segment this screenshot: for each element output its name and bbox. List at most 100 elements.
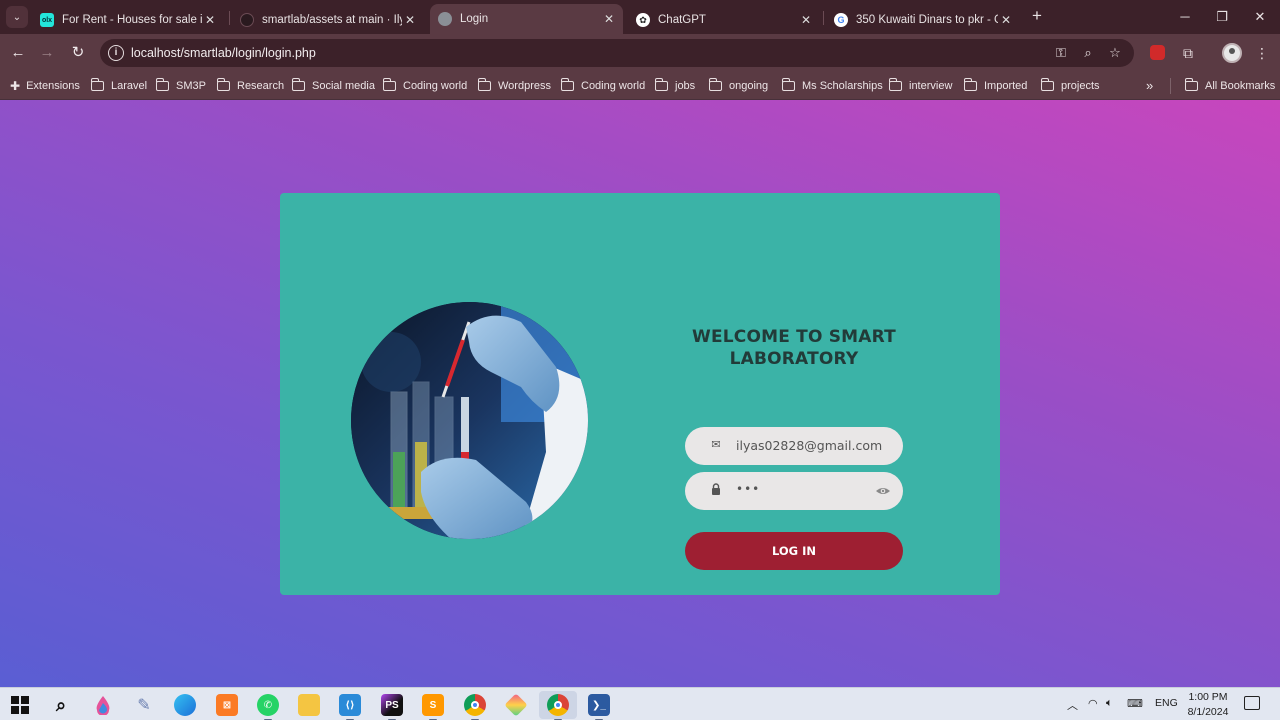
folder-icon: [382, 78, 396, 91]
tray-keyboard[interactable]: ⌨: [1127, 697, 1143, 710]
more-bookmarks-button[interactable]: »: [1146, 78, 1153, 93]
windows-start-button[interactable]: [9, 694, 31, 716]
login-button[interactable]: LOG IN: [685, 532, 903, 570]
bookmark-folder[interactable]: Ms Scholarships: [781, 78, 883, 94]
bookmark-folder[interactable]: Laravel: [90, 78, 148, 94]
tray-language[interactable]: ENG: [1155, 697, 1178, 709]
reload-button[interactable]: ↻: [68, 43, 88, 63]
bookmark-label: Research: [237, 80, 285, 92]
bookmark-label: projects: [1061, 80, 1100, 92]
password-field[interactable]: •••: [685, 472, 903, 510]
close-icon[interactable]: ✕: [998, 13, 1014, 27]
bookmark-folder[interactable]: projects: [1040, 78, 1100, 94]
folder-icon: [708, 78, 722, 91]
taskbar-app-vscode[interactable]: ⟨⟩: [339, 694, 361, 720]
extension-icon[interactable]: [1150, 45, 1165, 60]
bookmark-label: Coding world: [403, 80, 468, 92]
url-text[interactable]: localhost/smartlab/login/login.php: [131, 46, 316, 60]
bookmark-folder[interactable]: Coding world: [382, 78, 468, 94]
profile-avatar[interactable]: [1222, 43, 1242, 63]
bookmark-folder[interactable]: Social media: [291, 78, 375, 94]
bookmark-folder[interactable]: SM3P: [155, 78, 206, 94]
tab-olx[interactable]: olx For Rent - Houses for sale in Un ✕: [32, 6, 224, 34]
tab-google[interactable]: G 350 Kuwaiti Dinars to pkr - Goo ✕: [826, 6, 1020, 34]
bookmark-label: Laravel: [111, 80, 148, 92]
folder-icon: [90, 78, 104, 91]
bookmark-label: Coding world: [581, 80, 646, 92]
close-icon[interactable]: ✕: [798, 13, 814, 27]
kebab-menu-icon[interactable]: ⋮: [1252, 43, 1272, 63]
taskbar-app-powershell[interactable]: ❯_: [588, 694, 610, 720]
bookmark-folder[interactable]: Wordpress: [477, 78, 551, 94]
close-icon[interactable]: ✕: [402, 13, 418, 27]
envelope-icon: ✉: [711, 439, 721, 451]
tray-overflow-button[interactable]: ︿: [1067, 697, 1078, 713]
powershell-icon: ❯_: [592, 699, 606, 711]
tab-strip: ⌄ olx For Rent - Houses for sale in Un ✕…: [0, 0, 1280, 34]
notification-icon[interactable]: [1244, 696, 1260, 710]
windows-taskbar: ⌕ ✎ ⊠ ✆ ⟨⟩ PS S ❯_ ︿ ◠ 🔈︎ ⌨ ENG 1:00 PM …: [0, 687, 1280, 720]
search-button[interactable]: ⌕: [50, 694, 72, 716]
folder-icon: [781, 78, 795, 91]
password-value[interactable]: •••: [736, 482, 760, 496]
star-icon[interactable]: ☆: [1106, 44, 1124, 62]
taskbar-app-paint-drop[interactable]: [92, 694, 114, 716]
welcome-title: WELCOME TO SMART LABORATORY: [692, 327, 896, 369]
taskbar-app-phpstorm[interactable]: PS: [381, 694, 403, 720]
taskbar-app-chrome[interactable]: [464, 694, 486, 720]
tab-divider: [823, 11, 824, 25]
minimize-button[interactable]: ─: [1176, 8, 1194, 26]
color-drop-icon: [96, 696, 110, 715]
bookmark-label: ongoing: [729, 80, 769, 92]
github-favicon-icon: [240, 13, 254, 27]
forward-button[interactable]: →: [37, 43, 57, 63]
lock-icon: [709, 483, 723, 497]
tab-login[interactable]: Login ✕: [430, 4, 623, 34]
taskbar-app-sublime-text[interactable]: S: [422, 694, 444, 720]
clock-date[interactable]: 8/1/2024: [1184, 706, 1232, 718]
close-window-button[interactable]: ✕: [1251, 8, 1269, 26]
tab-chatgpt[interactable]: ✿ ChatGPT ✕: [628, 6, 820, 34]
email-value[interactable]: ilyas02828@gmail.com: [736, 438, 882, 453]
back-button[interactable]: ←: [8, 43, 28, 63]
taskbar-app-git-tool[interactable]: [504, 693, 528, 717]
bookmark-folder[interactable]: jobs: [654, 78, 695, 94]
bookmark-folder[interactable]: Research: [216, 78, 285, 94]
taskbar-app-xampp[interactable]: ⊠: [216, 694, 238, 716]
taskbar-app-edge[interactable]: [174, 694, 196, 716]
key-icon[interactable]: ⚿: [1052, 44, 1070, 62]
taskbar-app-file-explorer[interactable]: [298, 694, 320, 716]
bookmark-folder[interactable]: interview: [888, 78, 952, 94]
bookmark-folder[interactable]: ongoing: [708, 78, 769, 94]
bookmark-label: Social media: [312, 80, 375, 92]
maximize-button[interactable]: ❐: [1213, 8, 1231, 26]
eye-icon[interactable]: [875, 483, 891, 499]
laboratory-illustration: [351, 302, 588, 539]
taskbar-app-chrome-profile[interactable]: [547, 694, 569, 720]
zoom-icon[interactable]: ⌕: [1079, 44, 1097, 62]
email-field[interactable]: ✉ ilyas02828@gmail.com: [685, 427, 903, 465]
bookmark-folder[interactable]: Coding world: [560, 78, 646, 94]
browser-toolbar: ← → ↻ i localhost/smartlab/login/login.p…: [0, 34, 1280, 72]
new-tab-button[interactable]: +: [1028, 7, 1046, 25]
bookmark-folder[interactable]: Imported: [963, 78, 1027, 94]
taskbar-app-paint-brush[interactable]: ✎: [133, 694, 155, 716]
taskbar-app-whatsapp[interactable]: ✆: [257, 694, 279, 720]
all-bookmarks-button[interactable]: All Bookmarks: [1184, 78, 1275, 94]
google-favicon-icon: G: [834, 13, 848, 27]
bookmark-extensions[interactable]: ✚ Extensions: [10, 78, 80, 94]
close-icon[interactable]: ✕: [202, 13, 218, 27]
chrome-icon: [554, 701, 562, 709]
close-icon[interactable]: ✕: [601, 12, 617, 26]
tab-search-button[interactable]: ⌄: [6, 6, 28, 28]
tray-network[interactable]: ◠: [1088, 697, 1098, 710]
address-bar[interactable]: i localhost/smartlab/login/login.php ⚿ ⌕…: [100, 39, 1134, 67]
chevron-down-icon: ⌄: [12, 11, 22, 23]
extensions-puzzle-icon[interactable]: ⧉: [1178, 43, 1198, 63]
site-info-icon[interactable]: i: [108, 45, 124, 61]
tab-github[interactable]: smartlab/assets at main · Ilyas0 ✕: [232, 6, 424, 34]
tray-volume[interactable]: 🔈︎: [1106, 697, 1113, 710]
clock-time[interactable]: 1:00 PM: [1184, 691, 1232, 703]
reload-icon: ↻: [71, 44, 85, 61]
folder-icon: [654, 78, 668, 91]
